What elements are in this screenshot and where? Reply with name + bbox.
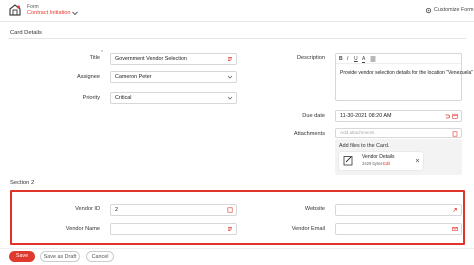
font-color-button[interactable]: A xyxy=(362,56,366,63)
file-edit-link[interactable]: Edit xyxy=(383,161,390,166)
vendor-email-input[interactable] xyxy=(335,223,462,235)
website-label: Website xyxy=(304,206,325,212)
editor-toolbar: B I U A xyxy=(336,54,461,64)
file-card[interactable]: Vendor Details 3429 bytes Edit xyxy=(339,152,423,170)
attachment-icon xyxy=(452,131,458,137)
undo-icon[interactable] xyxy=(444,113,450,119)
priority-label: Priority xyxy=(82,95,100,101)
mail-icon xyxy=(452,226,458,232)
card-details-title: Card Details xyxy=(10,30,42,36)
vendor-id-value: 2 xyxy=(115,207,118,213)
cancel-button[interactable]: Cancel xyxy=(86,251,114,262)
attachments-placeholder: Add attachments xyxy=(340,130,375,135)
text-field-icon xyxy=(227,226,233,232)
website-input[interactable] xyxy=(335,204,462,216)
title-input[interactable]: Government Vendor Selection xyxy=(110,53,237,65)
chevron-down-icon xyxy=(227,95,233,101)
gear-icon xyxy=(425,7,432,14)
section2-title: Section 2 xyxy=(10,180,35,186)
bold-button[interactable]: B xyxy=(339,56,343,62)
vendor-name-input[interactable] xyxy=(110,223,237,235)
attachments-input[interactable]: Add attachments xyxy=(335,128,462,138)
assignee-value: Cameron Peter xyxy=(115,74,152,80)
number-field-icon xyxy=(227,207,233,213)
priority-value: Critical xyxy=(115,95,132,101)
vendor-email-label: Vendor Email xyxy=(291,226,325,232)
priority-select[interactable]: Critical xyxy=(110,92,237,104)
due-date-label: Due date xyxy=(302,113,325,119)
vendor-id-input[interactable]: 2 xyxy=(110,204,237,216)
chevron-down-icon xyxy=(227,74,233,80)
underline-button[interactable]: U xyxy=(354,56,358,62)
due-date-value: 11-30-2021 08:20 AM xyxy=(340,113,392,119)
attachments-label: Attachments xyxy=(293,131,325,137)
file-icon xyxy=(343,155,354,166)
section2-panel xyxy=(10,190,465,245)
chevron-down-icon[interactable] xyxy=(72,11,78,16)
description-text: Provide vendor selection details for the… xyxy=(340,70,474,76)
close-icon[interactable] xyxy=(415,158,420,163)
title-value: Government Vendor Selection xyxy=(115,56,187,62)
save-button[interactable]: Save xyxy=(9,251,35,262)
vendor-name-label: Vendor Name xyxy=(65,226,100,232)
link-icon xyxy=(452,207,458,213)
assignee-label: Assignee xyxy=(76,74,100,80)
customize-form-label: Customize Form xyxy=(434,7,474,13)
form-logo-icon xyxy=(8,3,22,17)
form-name-link[interactable]: Contract Initiation xyxy=(27,10,71,16)
file-name: Vendor Details xyxy=(362,154,395,160)
list-icon[interactable] xyxy=(370,56,376,62)
dropzone-text: Add files to the Card. xyxy=(339,143,390,149)
save-as-draft-button[interactable]: Save as Draft xyxy=(40,251,80,262)
header-bar: Form Contract Initiation Customize Form xyxy=(0,0,474,22)
italic-button[interactable]: I xyxy=(347,56,348,62)
file-size: 3429 bytes xyxy=(362,161,383,166)
description-label: Description xyxy=(297,55,325,61)
due-date-input[interactable]: 11-30-2021 08:20 AM xyxy=(335,110,462,122)
assignee-select[interactable]: Cameron Peter xyxy=(110,71,237,83)
text-field-icon xyxy=(227,56,233,62)
section-divider xyxy=(8,38,466,39)
vendor-id-label: Vendor ID xyxy=(75,206,100,212)
title-label: Title xyxy=(89,55,100,61)
description-editor[interactable]: B I U A Provide vendor selection details… xyxy=(335,53,473,101)
footer-divider xyxy=(0,248,474,249)
attachment-dropzone[interactable]: Add files to the Card. Vendor Details 34… xyxy=(335,139,462,175)
calendar-icon[interactable] xyxy=(452,113,458,119)
required-marker: * xyxy=(101,50,103,56)
